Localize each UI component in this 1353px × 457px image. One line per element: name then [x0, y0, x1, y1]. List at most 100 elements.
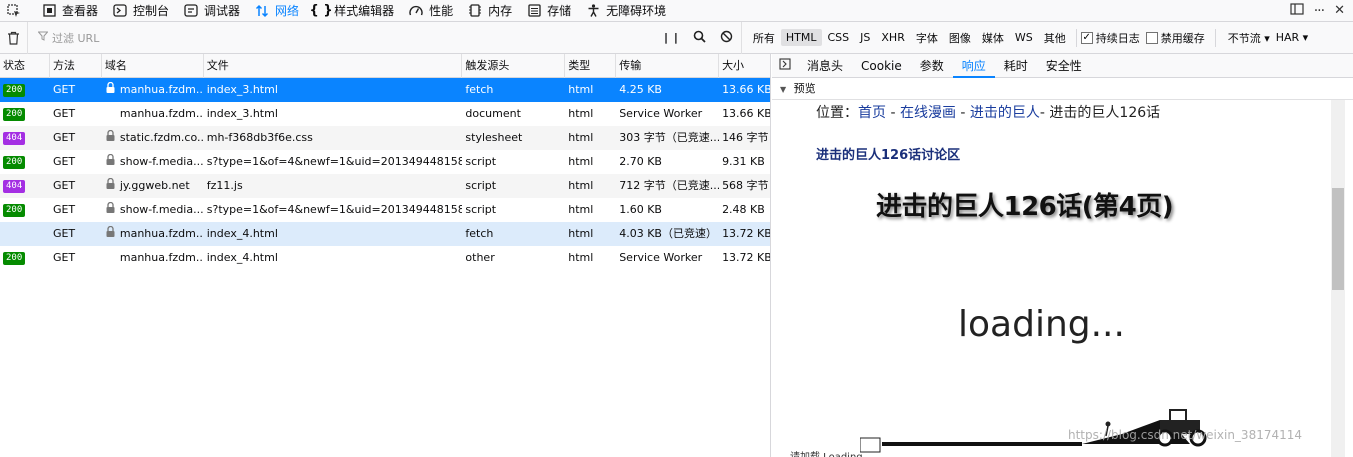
- persist-logs-box[interactable]: ✓: [1080, 31, 1093, 44]
- type-filter-2[interactable]: CSS: [823, 29, 855, 46]
- detail-tab-2[interactable]: 参数: [911, 54, 953, 78]
- request-row[interactable]: 200 GET show-f.media... s?type=1&of=4&newf=…: [0, 150, 770, 174]
- cell-file: mh-f368db3f6e.css: [206, 131, 313, 144]
- dock-side-icon[interactable]: [1290, 2, 1304, 20]
- crumb-series-link[interactable]: 进击的巨人: [970, 105, 1040, 121]
- devtools-tabbar: 查看器 控制台 调试器 网络 { } 样式编辑器 性能 内存 存储 无障碍环境 ··· ✕: [0, 0, 1353, 22]
- cell-domain: manhua.fzdm....: [119, 107, 204, 120]
- filter-placeholder: 过滤 URL: [52, 31, 100, 45]
- clear-button[interactable]: [0, 21, 28, 54]
- tab-memory[interactable]: 内存: [461, 0, 520, 22]
- detail-tab-5[interactable]: 安全性: [1037, 54, 1091, 78]
- close-icon[interactable]: ✕: [1334, 3, 1345, 18]
- column-transferred[interactable]: 传输: [616, 54, 720, 78]
- request-row[interactable]: 200 GET manhua.fzdm.... index_3.html fetch ht…: [0, 78, 770, 102]
- crumb-online-link[interactable]: 在线漫画: [900, 105, 956, 121]
- search-icon[interactable]: [693, 30, 706, 46]
- tab-network[interactable]: 网络: [248, 0, 307, 22]
- cell-cause: script: [465, 155, 497, 168]
- column-file[interactable]: 文件: [204, 54, 463, 78]
- cell-method: GET: [52, 83, 76, 96]
- cell-size: 9.31 KB: [722, 155, 765, 168]
- trash-icon: [8, 31, 19, 45]
- type-filter-3[interactable]: JS: [855, 29, 875, 46]
- request-row[interactable]: GET manhua.fzdm.... index_4.html fetch html 4…: [0, 222, 770, 246]
- type-filter-7[interactable]: 媒体: [977, 28, 1009, 48]
- cell-size: 146 字节: [722, 131, 769, 144]
- pause-icon[interactable]: | |: [664, 31, 679, 44]
- tab-accessibility[interactable]: 无障碍环境: [579, 0, 674, 22]
- column-type[interactable]: 类型: [565, 54, 617, 78]
- cell-transferred: Service Worker: [619, 107, 703, 120]
- cell-cause: other: [465, 251, 495, 264]
- disable-cache-box[interactable]: [1145, 31, 1158, 44]
- column-domain[interactable]: 域名: [102, 54, 204, 78]
- status-badge: 200: [3, 203, 26, 217]
- throttling-select[interactable]: 不节流 ▾: [1228, 30, 1270, 46]
- requests-rows: 200 GET manhua.fzdm.... index_3.html fetch ht…: [0, 78, 770, 270]
- cell-size: 2.48 KB: [722, 203, 765, 216]
- cell-transferred: 1.60 KB: [619, 203, 662, 216]
- tab-style-editor[interactable]: { } 样式编辑器: [307, 0, 402, 22]
- disable-cache-checkbox[interactable]: 禁用缓存: [1145, 30, 1205, 46]
- lock-icon: [105, 174, 117, 198]
- type-filters: 所有 HTML CSS JS XHR 字体 图像 媒体 WS 其他: [742, 22, 1072, 54]
- scrollbar-thumb[interactable]: [1332, 188, 1344, 290]
- column-status[interactable]: 状态: [0, 54, 50, 78]
- request-row[interactable]: 200 GET manhua.fzdm.... index_3.html documen…: [0, 102, 770, 126]
- type-filter-0[interactable]: 所有: [748, 28, 780, 48]
- type-filter-1[interactable]: HTML: [780, 29, 822, 46]
- detail-tab-4[interactable]: 耗时: [995, 54, 1037, 78]
- status-badge: 200: [3, 83, 26, 97]
- disable-cache-label: 禁用缓存: [1160, 31, 1205, 45]
- tab-console[interactable]: 控制台: [106, 0, 177, 22]
- request-row[interactable]: 404 GET jy.ggweb.net fz11.js script html 712 字…: [0, 174, 770, 198]
- console-icon: [112, 3, 128, 19]
- cell-status: 200: [0, 246, 50, 270]
- toggle-panel-icon[interactable]: [772, 58, 798, 73]
- cell-domain: manhua.fzdm....: [102, 78, 204, 102]
- lock-icon: [105, 126, 117, 150]
- preview-header[interactable]: ▼ 预览: [772, 78, 1353, 100]
- request-row[interactable]: 404 GET static.fzdm.co... mh-f368db3f6e.css…: [0, 126, 770, 150]
- cell-domain: manhua.fzdm....: [119, 251, 204, 264]
- persist-logs-checkbox[interactable]: ✓ 持续日志: [1080, 30, 1140, 46]
- detail-tab-1[interactable]: Cookie: [852, 54, 911, 78]
- discussion-link[interactable]: 进击的巨人126话讨论区: [816, 144, 960, 163]
- column-cause[interactable]: 触发源头: [462, 54, 566, 78]
- filter-urls-input[interactable]: 过滤 URL: [28, 22, 656, 54]
- tab-label: 存储: [547, 4, 572, 18]
- type-filter-9[interactable]: 其他: [1039, 28, 1071, 48]
- har-menu[interactable]: HAR ▾: [1276, 31, 1308, 44]
- column-method[interactable]: 方法: [50, 54, 102, 78]
- type-filter-8[interactable]: WS: [1010, 29, 1038, 46]
- requests-table-header: 状态 方法 域名 文件 触发源头 类型 传输 大小: [0, 54, 770, 78]
- block-icon[interactable]: [720, 30, 733, 46]
- cell-domain: show-f.media...: [102, 150, 204, 174]
- request-row[interactable]: 200 GET show-f.media... s?type=1&of=4&newf=…: [0, 198, 770, 222]
- type-filter-6[interactable]: 图像: [944, 28, 976, 48]
- cell-file: fz11.js: [206, 179, 243, 192]
- more-options-icon[interactable]: ···: [1314, 3, 1325, 19]
- detail-tab-0[interactable]: 消息头: [798, 54, 852, 78]
- detail-tab-3[interactable]: 响应: [952, 54, 995, 78]
- type-filter-5[interactable]: 字体: [911, 28, 943, 48]
- status-badge: 404: [3, 179, 26, 193]
- performance-icon: [408, 3, 424, 19]
- pick-element-button[interactable]: [0, 0, 35, 22]
- request-row[interactable]: 200 GET manhua.fzdm.... index_4.html other ht…: [0, 246, 770, 270]
- cell-domain: jy.ggweb.net: [102, 174, 204, 198]
- tab-storage[interactable]: 存储: [520, 0, 579, 22]
- details-tabs: 消息头 Cookie 参数 响应 耗时 安全性: [772, 54, 1353, 78]
- tab-label: 控制台: [133, 4, 170, 18]
- details-panel: 消息头 Cookie 参数 响应 耗时 安全性 ▼ 预览 位置：首页 - 在线漫画 - 进…: [772, 54, 1353, 457]
- tab-debugger[interactable]: 调试器: [177, 0, 248, 22]
- crumb-home-link[interactable]: 首页: [858, 105, 886, 121]
- preview-scrollbar[interactable]: [1331, 100, 1345, 457]
- type-filter-4[interactable]: XHR: [876, 29, 909, 46]
- cell-type: html: [568, 83, 594, 96]
- tab-inspector[interactable]: 查看器: [35, 0, 106, 22]
- column-size[interactable]: 大小: [719, 54, 770, 78]
- tab-performance[interactable]: 性能: [402, 0, 461, 22]
- cell-size: 13.72 KB: [722, 251, 770, 264]
